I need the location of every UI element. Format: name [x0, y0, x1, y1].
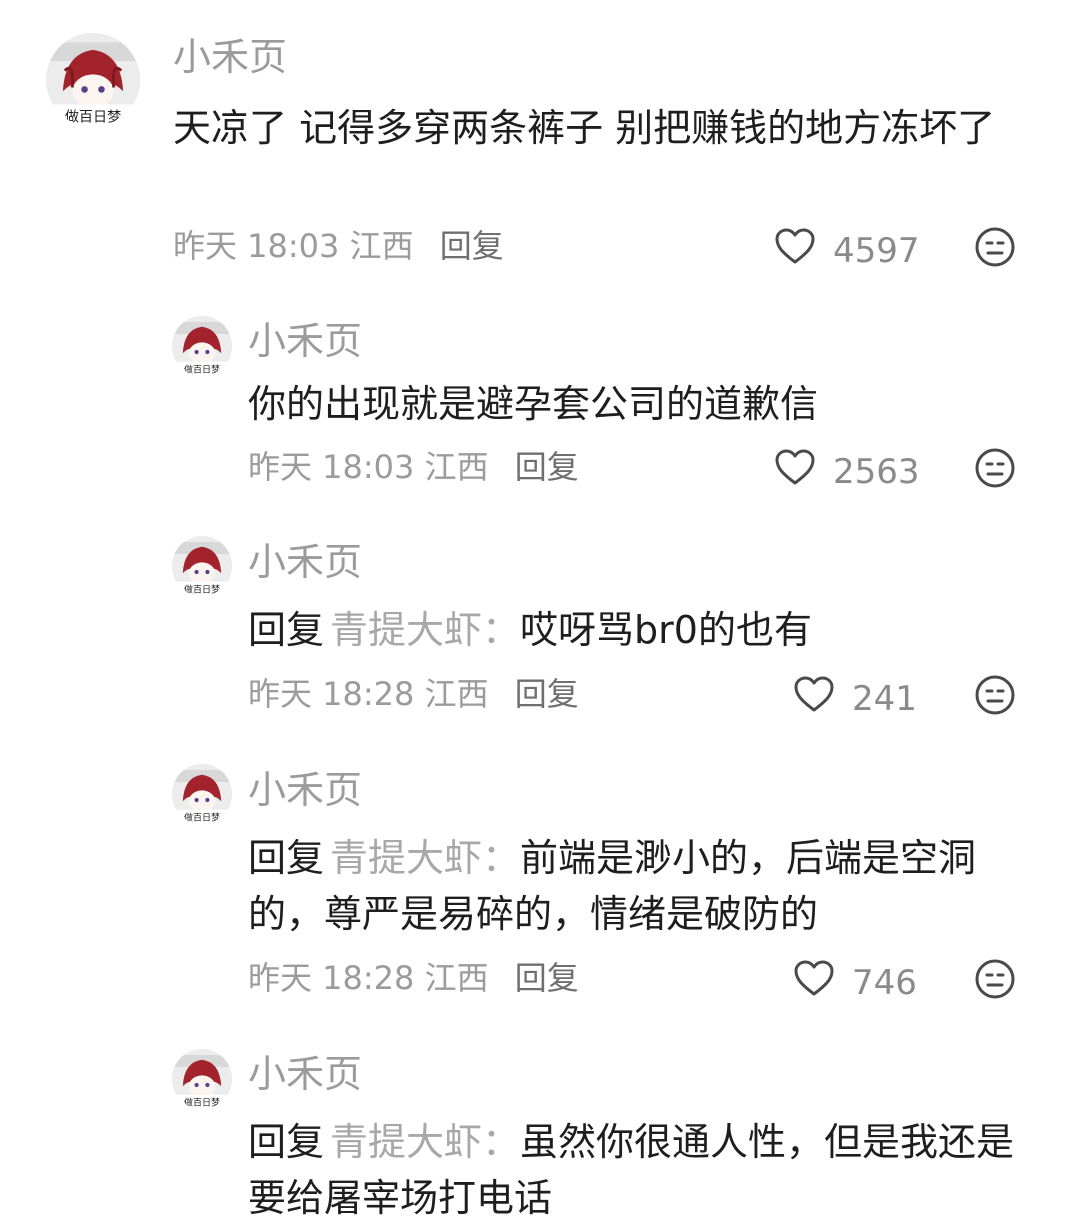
- comment-text: 天凉了 记得多穿两条裤子 别把赚钱的地方冻坏了: [173, 106, 996, 150]
- like-button[interactable]: 2563: [773, 447, 920, 496]
- comment-meta: 昨天 18:28 江西 回复: [248, 958, 579, 998]
- username[interactable]: 小禾页: [248, 319, 362, 363]
- svg-text:做百日梦: 做百日梦: [184, 811, 220, 823]
- comment-time: 昨天 18:03: [248, 448, 415, 486]
- comment-text: 回复 青提大虾：哎呀骂br0的也有: [248, 602, 1048, 658]
- like-count: 4597: [833, 230, 920, 271]
- svg-text:做百日梦: 做百日梦: [65, 109, 121, 125]
- reply-prefix: 回复: [248, 608, 325, 652]
- svg-text:做百日梦: 做百日梦: [184, 1096, 220, 1108]
- meh-face-icon: [975, 959, 1015, 999]
- comment-location: 江西: [424, 675, 489, 713]
- avatar-image: 做百日梦: [46, 33, 140, 127]
- reply-target-user[interactable]: 青提大虾：: [330, 608, 520, 652]
- reply-button[interactable]: 回复: [515, 675, 579, 713]
- comment-item: 做百日梦 小禾页 回复 青提大虾：哎呀骂br0的也有 昨天 18:28 江西 回复…: [0, 520, 1079, 748]
- avatar-image: 做百日梦: [172, 1049, 232, 1109]
- like-count: 746: [852, 962, 917, 1003]
- reply-button[interactable]: 回复: [515, 448, 579, 486]
- svg-text:做百日梦: 做百日梦: [184, 363, 220, 375]
- like-count: 2563: [833, 451, 920, 492]
- avatar-image: 做百日梦: [172, 316, 232, 376]
- dislike-button[interactable]: [974, 958, 1016, 1000]
- like-button[interactable]: 241: [792, 674, 917, 723]
- comment-meta: 昨天 18:03 江西 回复: [173, 226, 504, 266]
- comment-item: 做百日梦 小禾页 天凉了 记得多穿两条裤子 别把赚钱的地方冻坏了 昨天 18:0…: [0, 0, 1079, 300]
- dislike-button[interactable]: [974, 226, 1016, 268]
- comment-item: 做百日梦 小禾页 回复 青提大虾：前端是渺小的，后端是空洞的，尊严是易碎的，情绪是…: [0, 748, 1079, 1033]
- comment-location: 江西: [349, 227, 414, 265]
- username[interactable]: 小禾页: [173, 35, 287, 79]
- comment-location: 江西: [424, 448, 489, 486]
- avatar[interactable]: 做百日梦: [172, 316, 232, 376]
- reply-target-user[interactable]: 青提大虾：: [330, 1120, 520, 1164]
- comment-meta: 昨天 18:28 江西 回复: [248, 674, 579, 714]
- avatar[interactable]: 做百日梦: [46, 33, 140, 127]
- like-button[interactable]: 746: [792, 958, 917, 1007]
- avatar-image: 做百日梦: [172, 764, 232, 824]
- like-button[interactable]: 4597: [773, 226, 920, 275]
- meh-face-icon: [975, 448, 1015, 488]
- avatar[interactable]: 做百日梦: [172, 764, 232, 824]
- avatar[interactable]: 做百日梦: [172, 1049, 232, 1109]
- svg-text:做百日梦: 做百日梦: [184, 583, 220, 595]
- reply-button[interactable]: 回复: [440, 227, 504, 265]
- reply-prefix: 回复: [248, 836, 325, 880]
- username[interactable]: 小禾页: [248, 1052, 362, 1096]
- comment-text: 回复 青提大虾：虽然你很通人性，但是我还是要给屠宰场打电话: [248, 1114, 1038, 1226]
- heart-outline-icon: [792, 674, 836, 723]
- username[interactable]: 小禾页: [248, 768, 362, 812]
- meh-face-icon: [975, 675, 1015, 715]
- comment-time: 昨天 18:03: [173, 227, 340, 265]
- reply-body: 哎呀骂br0的也有: [520, 608, 812, 652]
- comment-time: 昨天 18:28: [248, 675, 415, 713]
- comment-text: 你的出现就是避孕套公司的道歉信: [248, 382, 819, 426]
- comment-meta: 昨天 18:03 江西 回复: [248, 447, 579, 487]
- heart-outline-icon: [773, 226, 817, 275]
- username[interactable]: 小禾页: [248, 540, 362, 584]
- heart-outline-icon: [773, 447, 817, 496]
- comment-text: 回复 青提大虾：前端是渺小的，后端是空洞的，尊严是易碎的，情绪是破防的: [248, 830, 1038, 942]
- like-count: 241: [852, 678, 917, 719]
- comment-item: 做百日梦 小禾页 回复 青提大虾：虽然你很通人性，但是我还是要给屠宰场打电话: [0, 1033, 1079, 1225]
- dislike-button[interactable]: [974, 674, 1016, 716]
- reply-prefix: 回复: [248, 1120, 325, 1164]
- comment-location: 江西: [424, 959, 489, 997]
- comment-item: 做百日梦 小禾页 你的出现就是避孕套公司的道歉信 昨天 18:03 江西 回复 …: [0, 300, 1079, 520]
- reply-button[interactable]: 回复: [515, 959, 579, 997]
- comment-time: 昨天 18:28: [248, 959, 415, 997]
- meh-face-icon: [975, 227, 1015, 267]
- avatar[interactable]: 做百日梦: [172, 536, 232, 596]
- reply-target-user[interactable]: 青提大虾：: [330, 836, 520, 880]
- heart-outline-icon: [792, 958, 836, 1007]
- avatar-image: 做百日梦: [172, 536, 232, 596]
- dislike-button[interactable]: [974, 447, 1016, 489]
